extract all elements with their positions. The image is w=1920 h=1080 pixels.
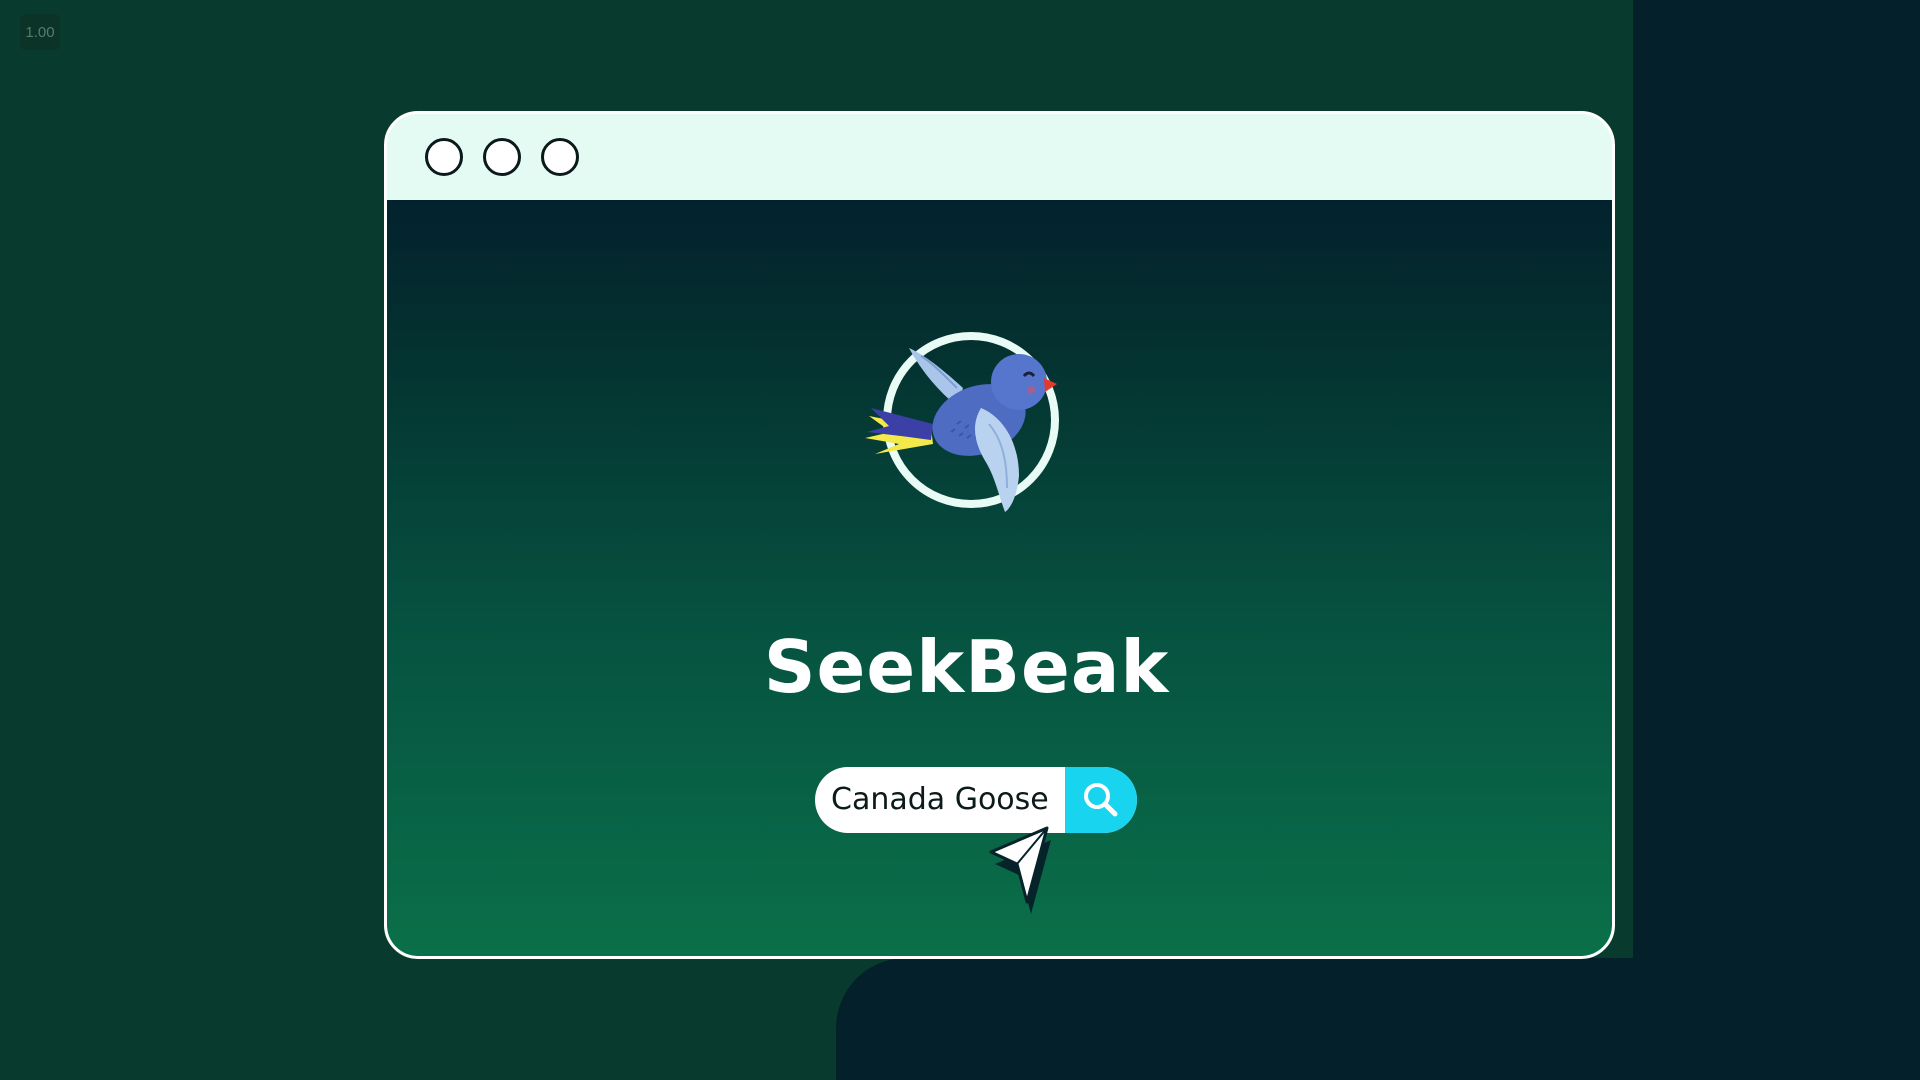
search-button[interactable] [1065,767,1137,833]
window-close-button[interactable] [425,138,463,176]
zoom-indicator: 1.00 [20,14,60,50]
browser-window: SeekBeak Canada Goose [384,111,1615,959]
brand-name: SeekBeak [387,625,1612,709]
background-panel-right [1633,0,1920,1080]
browser-titlebar [387,114,1612,200]
search-icon [1084,783,1118,817]
window-minimize-button[interactable] [483,138,521,176]
mouse-pointer-icon [977,818,1057,918]
brand-name-text: SeekBeak [763,625,1170,709]
search-bar: Canada Goose [815,767,1137,833]
browser-viewport: SeekBeak Canada Goose [387,200,1612,956]
background-panel-bottom [836,958,1920,1080]
bird-in-ring-icon [861,328,1081,518]
window-maximize-button[interactable] [541,138,579,176]
